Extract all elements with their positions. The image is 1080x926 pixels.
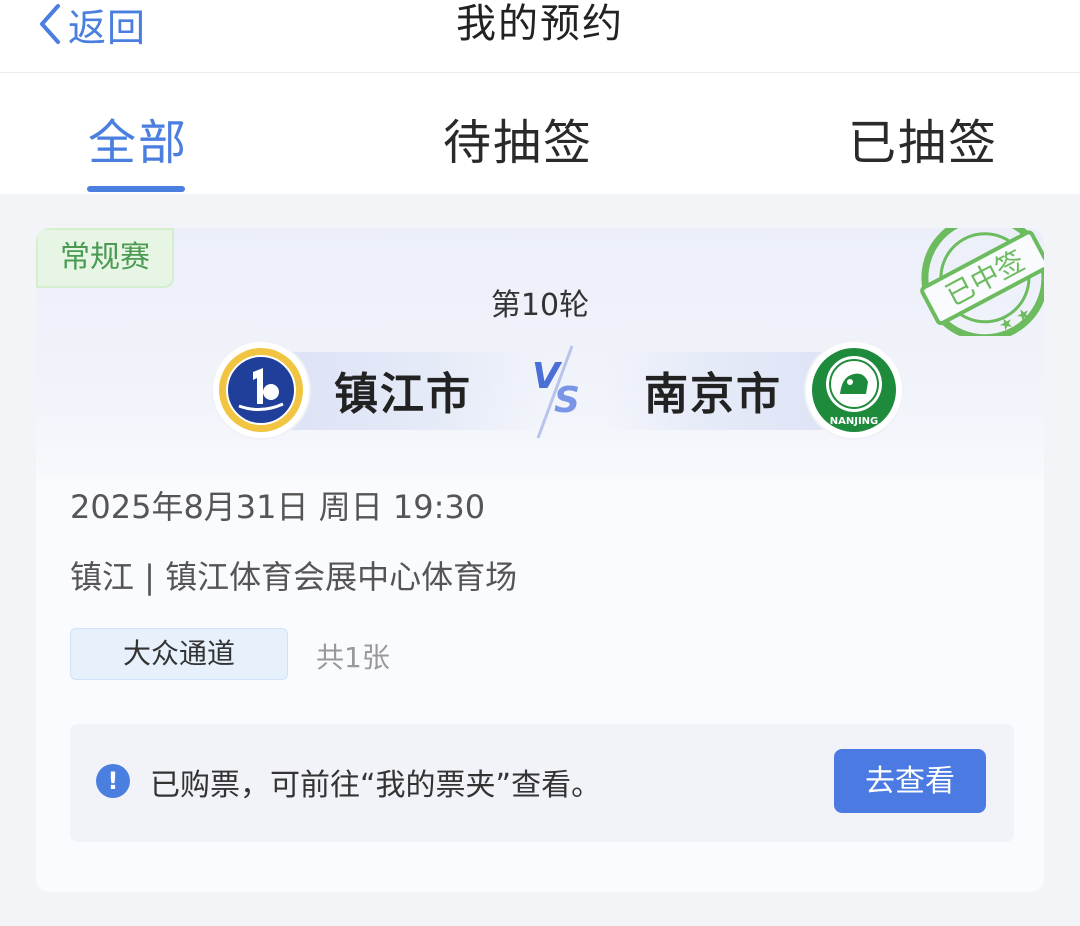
info-icon: ! <box>96 764 130 798</box>
away-team-logo: NANJING <box>806 342 902 438</box>
top-nav-bar: 返回 我的预约 <box>0 0 1080 73</box>
away-logo-text: NANJING <box>830 416 879 427</box>
tab-drawn[interactable]: 已抽签 <box>848 103 998 173</box>
reservation-card[interactable]: 常规赛 已中签 ★ ★ 第10轮 镇江市 V S 南京市 NANJING 202… <box>36 228 1044 892</box>
match-type-tag: 常规赛 <box>36 228 174 288</box>
vs-icon: V S <box>532 345 580 439</box>
notice-text: 已购票，可前往“我的票夹”查看。 <box>150 768 602 803</box>
active-tab-indicator <box>87 186 185 192</box>
ticket-count: 共1张 <box>316 641 390 674</box>
tab-bar: 全部 待抽签 已抽签 <box>0 73 1080 194</box>
away-team-name: 南京市 <box>644 369 782 420</box>
view-ticket-button[interactable]: 去查看 <box>834 749 986 813</box>
zhenjiang-club-logo-icon <box>219 348 303 432</box>
tab-pending-draw[interactable]: 待抽签 <box>443 103 593 173</box>
channel-tag: 大众通道 <box>70 628 288 680</box>
match-venue: 镇江 | 镇江体育会展中心体育场 <box>70 558 518 596</box>
page-title: 我的预约 <box>456 1 624 47</box>
round-label: 第10轮 <box>490 288 590 323</box>
match-datetime: 2025年8月31日 周日 19:30 <box>70 488 486 526</box>
nanjing-club-logo-icon: NANJING <box>812 348 896 432</box>
home-team-name: 镇江市 <box>334 369 472 420</box>
purchase-notice: ! 已购票，可前往“我的票夹”查看。 去查看 <box>70 724 1014 842</box>
home-team-logo <box>213 342 309 438</box>
tab-all[interactable]: 全部 <box>88 103 188 173</box>
svg-text:S: S <box>554 380 580 421</box>
